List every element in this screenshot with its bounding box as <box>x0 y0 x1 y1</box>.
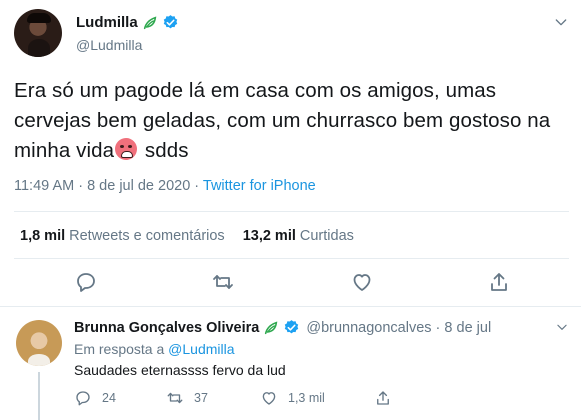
reply-icon <box>76 391 90 406</box>
retweets-stat[interactable]: 1,8 mil Retweets e comentários <box>20 228 225 244</box>
reply-icon[interactable] <box>74 270 98 294</box>
like-count: 1,3 mil <box>288 391 325 405</box>
tweet-actions <box>0 270 581 298</box>
divider <box>0 306 581 307</box>
thread-line <box>38 372 40 420</box>
source-link[interactable]: Twitter for iPhone <box>203 178 316 194</box>
reply-count: 24 <box>102 391 116 405</box>
in-reply-to: Em resposta a @Ludmilla <box>74 341 235 357</box>
retweet-count: 37 <box>194 391 208 405</box>
timestamp[interactable]: 11:49 AM · 8 de jul de 2020 · <box>14 178 203 194</box>
reply-actions: 24 37 1,3 mil <box>74 389 474 409</box>
reply-display-name[interactable]: Brunna Gonçalves Oliveira <box>74 320 259 336</box>
verified-badge-icon <box>285 320 299 334</box>
tweet-stats: 1,8 mil Retweets e comentários 13,2 mil Cu… <box>20 228 354 244</box>
divider <box>14 258 569 259</box>
reply-like-button[interactable]: 1,3 mil <box>260 389 325 407</box>
reply-retweet-button[interactable]: 37 <box>166 389 208 407</box>
author-row: Ludmilla <box>76 14 179 31</box>
leaf-icon <box>143 16 156 29</box>
reply-text: Saudades eternassss fervo da lud <box>74 362 286 378</box>
tweet-meta: 11:49 AM · 8 de jul de 2020 · Twitter fo… <box>14 178 316 194</box>
reply-handle[interactable]: @brunnagoncalves · 8 de jul <box>306 320 491 336</box>
reply-reply-button[interactable]: 24 <box>74 389 116 407</box>
share-icon[interactable] <box>487 270 511 294</box>
retweet-icon <box>167 392 183 404</box>
divider <box>14 211 569 212</box>
handle[interactable]: @Ludmilla <box>76 37 142 53</box>
chevron-down-icon[interactable] <box>553 14 569 30</box>
hot-face-emoji <box>115 138 138 160</box>
chevron-down-icon[interactable] <box>555 320 569 334</box>
likes-label: Curtidas <box>299 228 354 244</box>
leaf-icon <box>265 321 278 334</box>
avatar[interactable] <box>16 320 62 366</box>
share-icon <box>377 391 389 405</box>
retweets-label: Retweets e comentários <box>69 228 225 244</box>
in-reply-to-prefix: Em resposta a <box>74 341 169 357</box>
likes-stat[interactable]: 13,2 mil Curtidas <box>243 228 354 244</box>
like-icon[interactable] <box>350 270 374 294</box>
like-icon <box>262 392 276 405</box>
tweet-text-end: sdds <box>139 139 189 162</box>
retweet-icon[interactable] <box>211 270 235 294</box>
mention-link[interactable]: @Ludmilla <box>168 341 234 357</box>
avatar[interactable] <box>14 9 62 57</box>
tweet-text: Era só um pagode lá em casa com os amigo… <box>14 76 569 166</box>
display-name[interactable]: Ludmilla <box>76 14 138 31</box>
retweets-count: 1,8 mil <box>20 228 66 244</box>
reply-author-row: Brunna Gonçalves Oliveira @brunnagoncalv… <box>74 319 491 336</box>
verified-badge-icon <box>163 15 177 29</box>
tweet-text-main: Era só um pagode lá em casa com os amigo… <box>14 79 551 162</box>
likes-count: 13,2 mil <box>242 228 296 244</box>
reply-share-button[interactable] <box>374 389 392 407</box>
